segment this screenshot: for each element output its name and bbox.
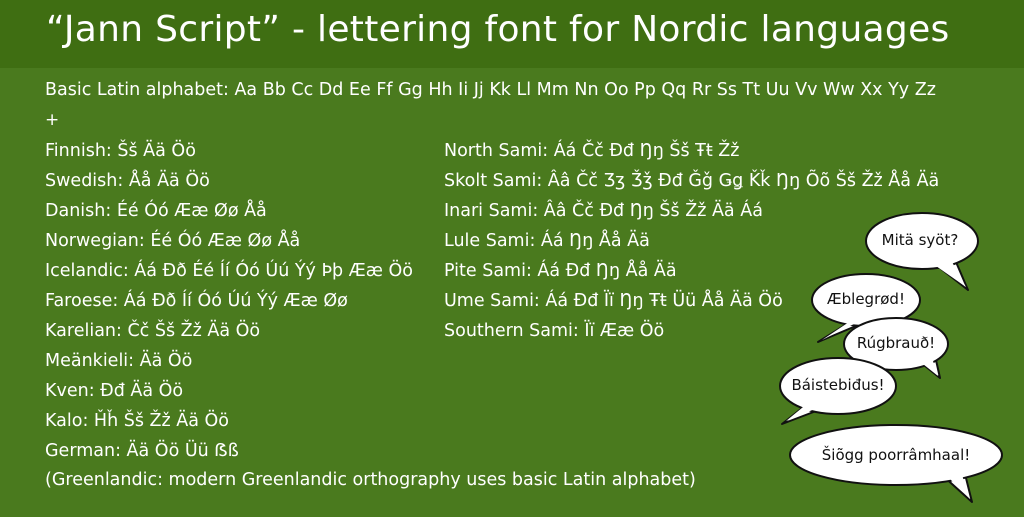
language-north-sami: North Sami: Áá Čč Đđ Ŋŋ Šš Ŧŧ Žž <box>444 141 740 161</box>
right-language-list: North Sami: Áá Čč Đđ Ŋŋ Šš Ŧŧ Žž Skolt S… <box>444 140 939 350</box>
language-karelian: Karelian: Čč Šš Žž Ää Öö <box>45 321 261 341</box>
bubble-text-rugbraud: Rúgbrauð! <box>856 334 936 352</box>
language-danish: Danish: Éé Óó Ææ Øø Åå <box>45 201 267 221</box>
language-faroese: Faroese: Áá Ðð Íí Óó Úú Ýý Ææ Øø <box>45 291 348 311</box>
basic-latin-alphabet: Basic Latin alphabet: Aa Bb Cc Dd Ee Ff … <box>45 80 936 100</box>
language-swedish: Swedish: Åå Ää Öö <box>45 171 210 191</box>
language-norwegian: Norwegian: Éé Óó Ææ Øø Åå <box>45 231 301 251</box>
bubble-text-siogg: Šiõgg poorrâmhaal! <box>821 446 971 464</box>
greenlandic-footnote: (Greenlandic: modern Greenlandic orthogr… <box>45 470 696 490</box>
language-meankieli: Meänkieli: Ää Öö <box>45 351 193 371</box>
language-kven: Kven: Đđ Ää Öö <box>45 381 184 401</box>
left-language-list: Finnish: Šš Ää Öö Swedish: Åå Ää Öö Dani… <box>45 140 413 470</box>
language-pite-sami: Pite Sami: Áá Đđ Ŋŋ Åå Ää <box>444 261 677 281</box>
language-lule-sami: Lule Sami: Áá Ŋŋ Åå Ää <box>444 231 650 251</box>
language-finnish: Finnish: Šš Ää Öö <box>45 141 196 161</box>
language-skolt-sami: Skolt Sami: Ââ Čč Ʒʒ Ǯǯ Đđ Ǧǧ Ǥǥ Ǩǩ Ŋŋ Õ… <box>444 171 940 191</box>
language-inari-sami: Inari Sami: Ââ Čč Đđ Ŋŋ Šš Žž Ää Áá <box>444 201 763 221</box>
bubble-text-baistebidus: Báistebiđus! <box>791 376 885 394</box>
language-icelandic: Icelandic: Áá Ðð Éé Íí Óó Úú Ýý Þþ Ææ Öö <box>45 261 413 281</box>
bubble-text-mita-syot: Mitä syöt? <box>881 231 959 249</box>
plus-sign: + <box>45 110 60 130</box>
language-kalo: Kalo: Ȟȟ Šš Žž Ää Öö <box>45 411 229 431</box>
language-german: German: Ää Öö Üü ẞß <box>45 441 239 461</box>
bubble-text-aeblegrod: Æblegrød! <box>827 290 905 308</box>
page-title: “Jann Script” - lettering font for Nordi… <box>46 9 950 50</box>
